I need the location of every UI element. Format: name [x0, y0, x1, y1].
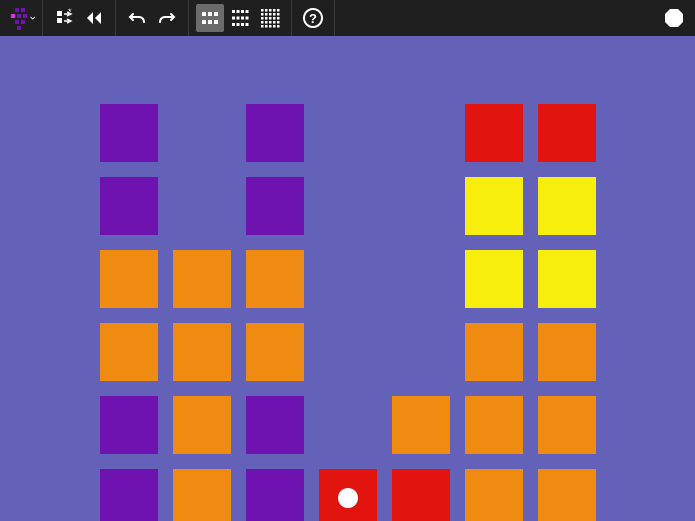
export-button[interactable]: *: [50, 4, 78, 32]
grid-cell[interactable]: [538, 396, 596, 454]
grid-cell[interactable]: [246, 250, 304, 308]
toolbar-group-history: [116, 0, 189, 36]
grid-cell[interactable]: [392, 469, 450, 521]
grid-cell[interactable]: [465, 177, 523, 235]
grid-cell[interactable]: [173, 323, 231, 381]
toolbar-group-right: [653, 0, 695, 36]
grid-cell[interactable]: [538, 177, 596, 235]
grid-cell[interactable]: [246, 469, 304, 521]
grid-small-icon: [200, 8, 220, 28]
grid-cell[interactable]: [100, 396, 158, 454]
grid-cell[interactable]: [100, 250, 158, 308]
toolbar-group-transport: *: [43, 0, 116, 36]
grid-cell[interactable]: [465, 396, 523, 454]
grid-cell[interactable]: [465, 469, 523, 521]
grid-cell[interactable]: [246, 396, 304, 454]
logo-menu-button[interactable]: [7, 4, 35, 32]
undo-button[interactable]: [123, 4, 151, 32]
grid-cell[interactable]: [538, 323, 596, 381]
toolbar-group-grid: [189, 0, 292, 36]
grid-cell[interactable]: [538, 250, 596, 308]
grid-cell[interactable]: [100, 177, 158, 235]
grid-cell[interactable]: [246, 323, 304, 381]
undo-icon: [127, 8, 147, 28]
stop-icon: [663, 7, 685, 29]
stop-button[interactable]: [660, 4, 688, 32]
grid-cell[interactable]: [100, 469, 158, 521]
rewind-icon: [84, 8, 104, 28]
help-icon: ?: [302, 7, 324, 29]
grid-cell[interactable]: [538, 469, 596, 521]
svg-text:?: ?: [309, 11, 317, 26]
redo-button[interactable]: [153, 4, 181, 32]
game-board[interactable]: [0, 36, 695, 521]
player-token[interactable]: [338, 488, 358, 508]
chevron-down-icon: [30, 13, 35, 23]
grid-cell[interactable]: [100, 104, 158, 162]
svg-text:*: *: [68, 8, 72, 17]
help-button[interactable]: ?: [299, 4, 327, 32]
grid-cell[interactable]: [465, 104, 523, 162]
grid-cell[interactable]: [392, 396, 450, 454]
grid-cell[interactable]: [246, 104, 304, 162]
rewind-button[interactable]: [80, 4, 108, 32]
toolbar: *: [0, 0, 695, 36]
grid-cell[interactable]: [173, 396, 231, 454]
export-icon: *: [54, 8, 74, 28]
redo-icon: [157, 8, 177, 28]
grid-large-icon: [260, 8, 280, 28]
grid-medium-icon: [230, 8, 250, 28]
grid-cell[interactable]: [173, 469, 231, 521]
toolbar-group-help: ?: [292, 0, 335, 36]
grid-cell[interactable]: [246, 177, 304, 235]
grid-cell[interactable]: [465, 250, 523, 308]
grid-cell[interactable]: [465, 323, 523, 381]
app-logo-icon: [11, 6, 24, 30]
grid-cell[interactable]: [173, 250, 231, 308]
toolbar-group-menu: [0, 0, 43, 36]
grid-large-button[interactable]: [256, 4, 284, 32]
grid-small-button[interactable]: [196, 4, 224, 32]
grid-cell[interactable]: [538, 104, 596, 162]
grid-medium-button[interactable]: [226, 4, 254, 32]
grid-cell[interactable]: [100, 323, 158, 381]
